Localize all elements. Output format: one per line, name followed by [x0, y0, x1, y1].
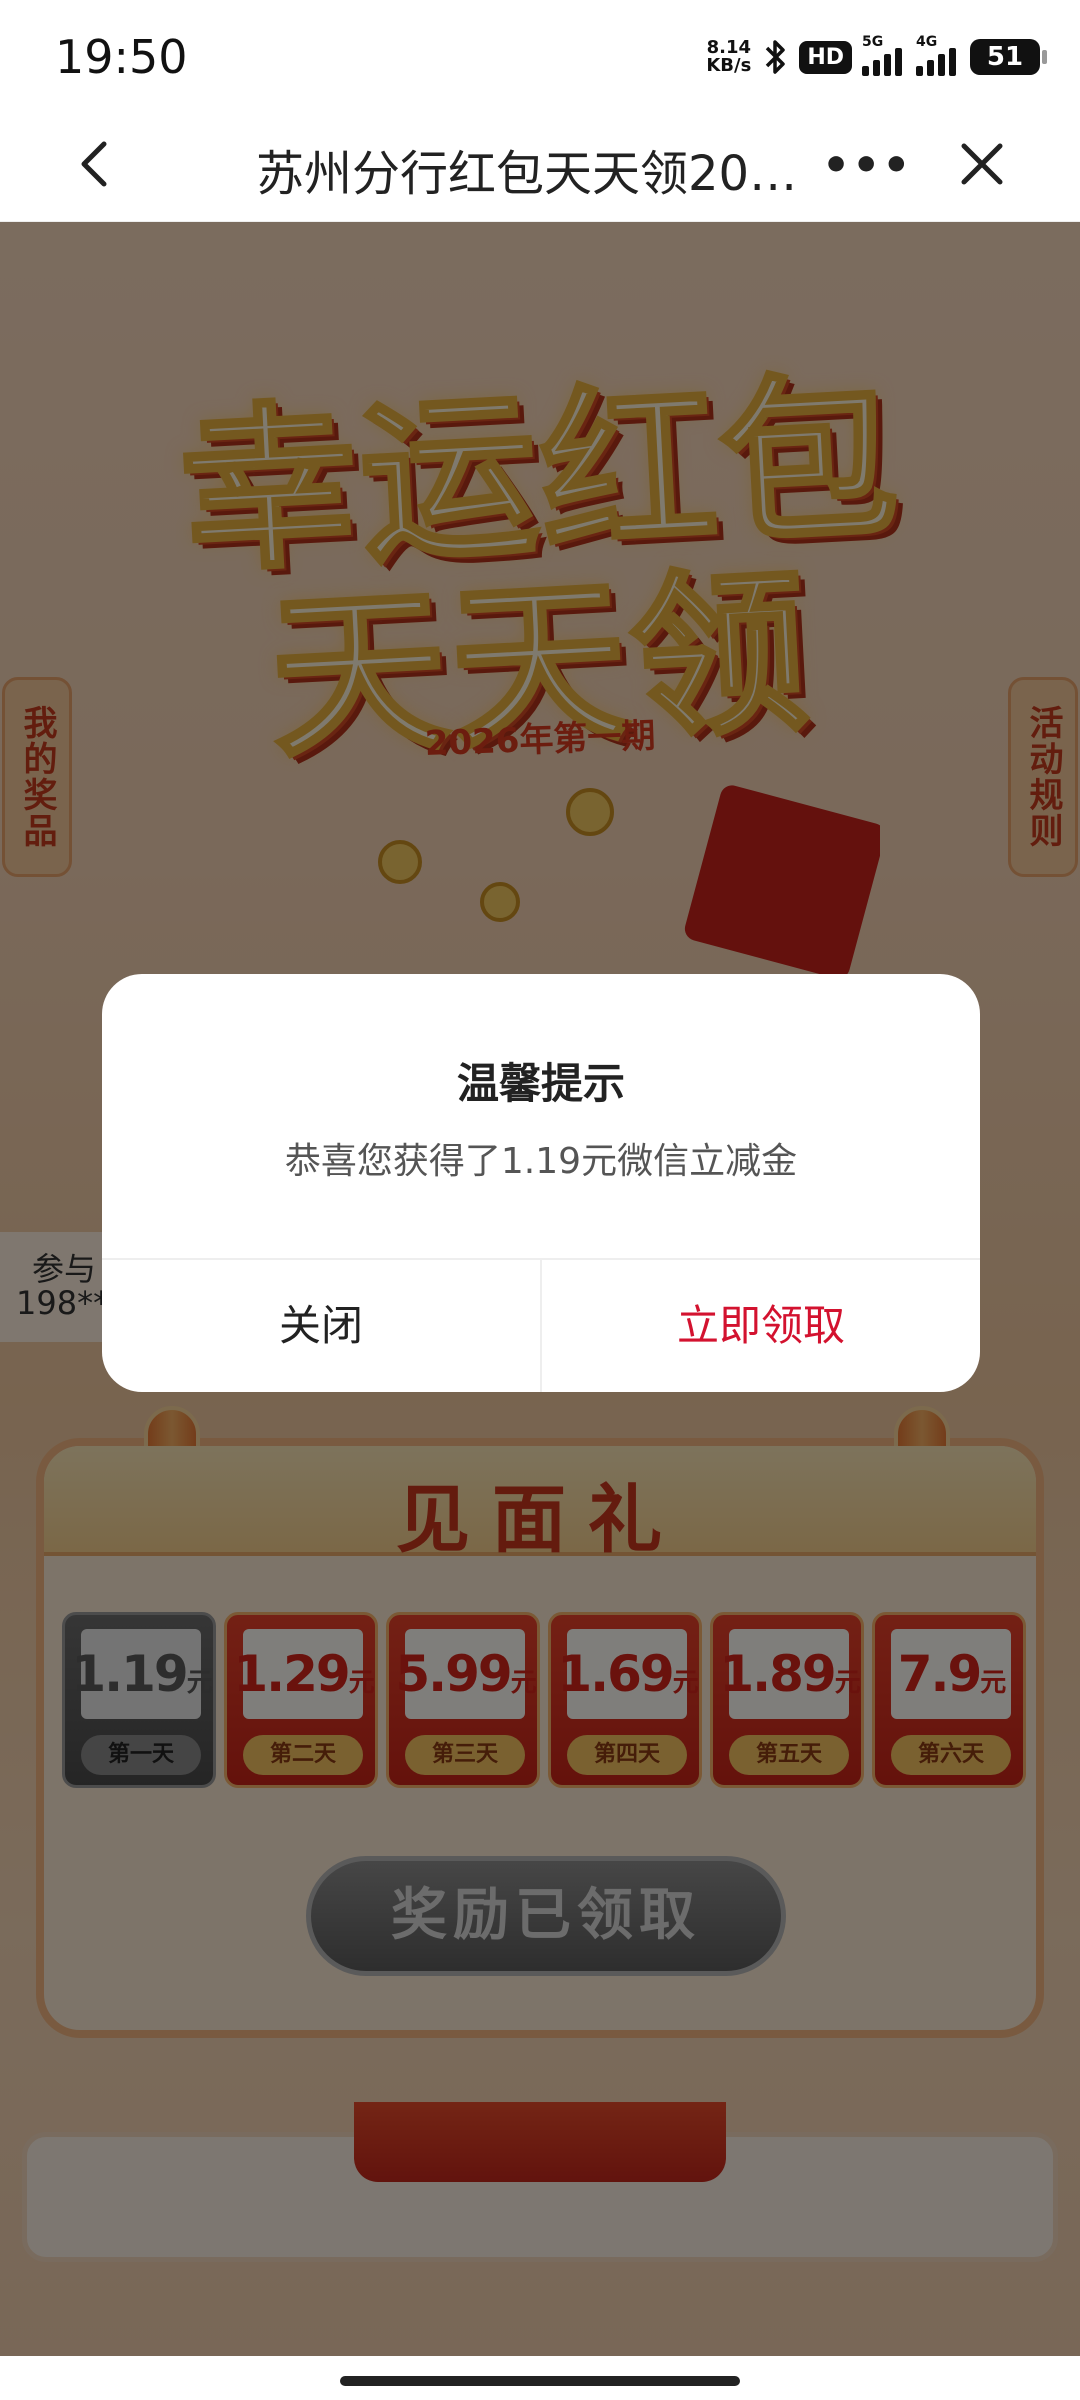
dialog-actions: 关闭 立即领取: [102, 1258, 980, 1392]
bluetooth-icon: [766, 40, 786, 74]
dialog-message: 恭喜您获得了1.19元微信立减金: [284, 1141, 798, 1182]
gesture-bar: [0, 2356, 1080, 2400]
more-icon[interactable]: •••: [822, 140, 912, 191]
nav-bar: 苏州分行红包天天领2026年第一期 •••: [0, 110, 1080, 222]
status-bar: 19:50 8.14 KB/s HD 5G 4G 51: [0, 0, 1080, 110]
status-icons: 8.14 KB/s HD 5G 4G 51: [706, 34, 1047, 76]
dialog-title: 温馨提示: [456, 1059, 625, 1108]
battery-level: 51: [986, 42, 1024, 72]
home-indicator[interactable]: [340, 2376, 740, 2386]
network-speed: 8.14 KB/s: [706, 39, 751, 75]
page-title: 苏州分行红包天天领2026年第一期: [256, 146, 816, 202]
network-speed-unit: KB/s: [706, 55, 752, 76]
back-arrow-icon[interactable]: [64, 132, 128, 196]
signal-5g-tag: 5G: [862, 34, 884, 50]
battery-icon: 51: [970, 39, 1047, 75]
signal-icon: 4G: [916, 34, 960, 76]
close-icon[interactable]: [950, 132, 1014, 196]
close-button[interactable]: 关闭: [102, 1260, 542, 1392]
hd-badge: HD: [799, 40, 852, 74]
signal-4g-tag: 4G: [916, 34, 938, 50]
signal-icon: 5G: [862, 34, 906, 76]
reward-dialog: 温馨提示 恭喜您获得了1.19元微信立减金 关闭 立即领取: [102, 974, 980, 1392]
claim-now-button[interactable]: 立即领取: [542, 1260, 980, 1392]
status-time: 19:50: [55, 30, 188, 84]
